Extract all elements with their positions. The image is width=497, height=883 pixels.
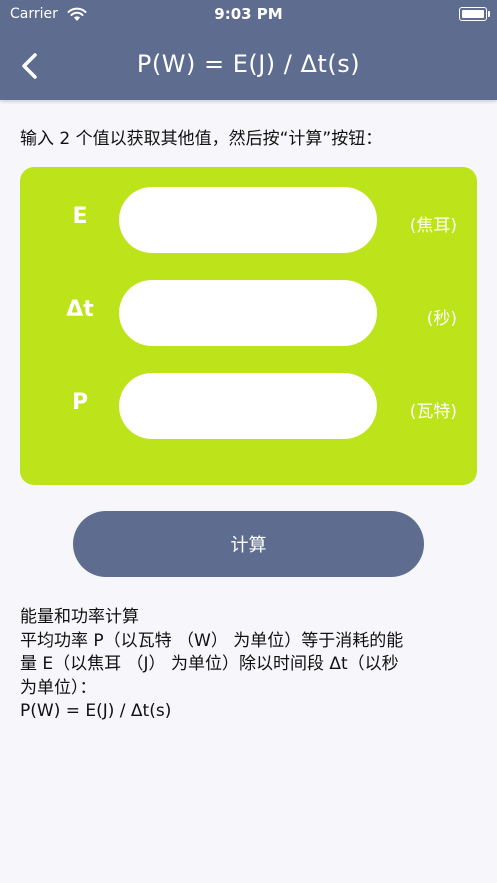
time-unit: (秒): [426, 309, 457, 329]
calculate-button[interactable]: 计算: [73, 511, 424, 577]
energy-label: E: [72, 204, 88, 229]
power-input[interactable]: [119, 373, 377, 439]
power-label: P: [71, 390, 89, 415]
description-line: 平均功率 P（以瓦特 （W） 为单位）等于消耗的能: [20, 630, 404, 651]
description-line: 量 E（以焦耳 （J） 为单位）除以时间段 Δt（以秒: [20, 654, 399, 674]
formula-text: P(W) = E(J) / Δt(s): [20, 701, 172, 721]
energy-unit: (焦耳): [409, 216, 457, 236]
page-title: P(W) = E(J) / Δt(s): [136, 50, 361, 78]
power-unit: (瓦特): [409, 402, 457, 422]
battery-icon: [459, 7, 490, 21]
instruction-text: 输入 2 个值以获取其他值，然后按“计算”按钮：: [20, 129, 383, 149]
time-label: Δt: [66, 297, 94, 322]
clock: 9:03 PM: [214, 5, 283, 23]
energy-input[interactable]: [119, 187, 377, 253]
time-input[interactable]: [119, 280, 377, 346]
status-bar: Carrier 9:03 PM: [0, 0, 497, 32]
description: 能量和功率计算 平均功率 P（以瓦特 （W） 为单位）等于消耗的能 量 E（以焦…: [20, 606, 480, 724]
input-card: E (焦耳) Δt (秒) P (瓦特): [20, 167, 477, 485]
description-line: 为单位）：: [20, 677, 97, 698]
nav-bar: P(W) = E(J) / Δt(s): [0, 32, 497, 100]
description-title: 能量和功率计算: [20, 607, 139, 627]
